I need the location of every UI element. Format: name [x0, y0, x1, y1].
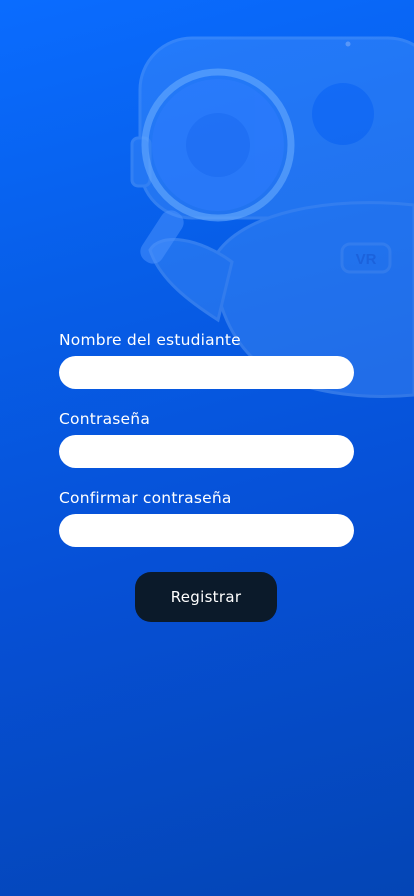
mascot-badge-text: VR — [356, 251, 377, 268]
student-name-label: Nombre del estudiante — [59, 331, 241, 349]
password-input[interactable] — [59, 435, 354, 468]
registration-form: Nombre del estudiante Contraseña Confirm… — [59, 330, 354, 567]
confirm-password-input[interactable] — [59, 514, 354, 547]
password-label: Contraseña — [59, 410, 151, 428]
student-name-input[interactable] — [59, 356, 354, 389]
register-button[interactable]: Registrar — [135, 572, 277, 622]
confirm-password-label: Confirmar contraseña — [59, 489, 232, 507]
